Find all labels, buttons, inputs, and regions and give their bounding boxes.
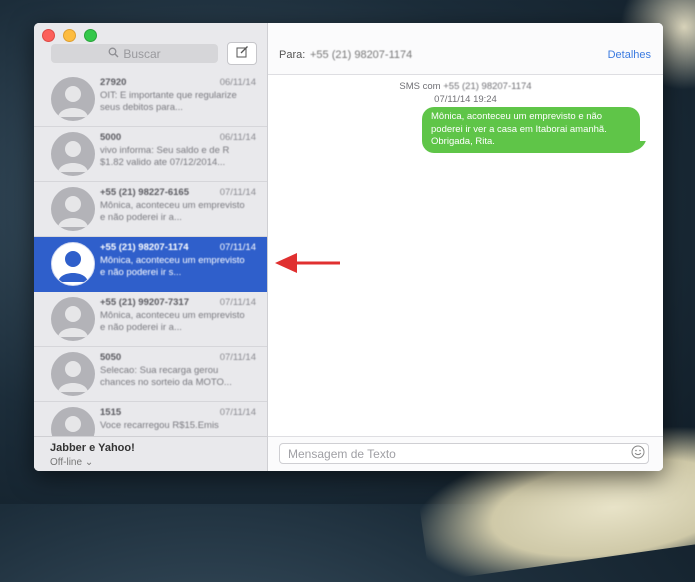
account-status-panel[interactable]: Jabber e Yahoo! Off-line ⌄	[34, 436, 267, 471]
avatar	[51, 242, 95, 286]
message-input[interactable]: Mensagem de Texto	[279, 443, 649, 464]
search-placeholder: Buscar	[123, 46, 161, 61]
conversation-name: +55 (21) 98227-6165	[100, 187, 190, 198]
conversation-item[interactable]: 5000 06/11/14 vivo informa: Seu saldo e …	[34, 127, 267, 182]
avatar	[51, 187, 95, 231]
conversation-name: +55 (21) 99207-7317	[100, 297, 190, 308]
conversation-preview: Selecao: Sua recarga gerou chances no so…	[100, 365, 232, 388]
message-timestamp: 07/11/14 19:24	[434, 94, 497, 105]
conversation-preview: Mônica, aconteceu um emprevisto e não po…	[100, 200, 245, 223]
avatar	[51, 132, 95, 176]
messages-window: Buscar 27920 06/11/14 OIT: E importante …	[34, 23, 663, 471]
message-bubble[interactable]: Mônica, aconteceu um emprevisto e não po…	[422, 107, 640, 153]
close-button[interactable]	[42, 29, 55, 42]
emoji-icon[interactable]	[631, 445, 645, 462]
conversation-date: 07/11/14	[219, 407, 256, 418]
conversation-item[interactable]: 5050 07/11/14 Selecao: Sua recarga gerou…	[34, 347, 267, 402]
details-link[interactable]: Detalhes	[608, 49, 651, 61]
compose-button[interactable]	[227, 42, 257, 65]
avatar	[51, 352, 95, 396]
search-icon	[108, 47, 119, 61]
conversation-item-selected[interactable]: +55 (21) 98207-1174 07/11/14 Mônica, aco…	[34, 237, 267, 292]
conversation-header: Para: +55 (21) 98207-1174 Detalhes	[268, 23, 663, 75]
service-prefix: SMS com	[399, 81, 441, 92]
conversation-item[interactable]: +55 (21) 99207-7317 07/11/14 Mônica, aco…	[34, 292, 267, 347]
conversation-preview: Voce recarregou R$15.Emis	[100, 420, 219, 431]
conversation-name: +55 (21) 98207-1174	[100, 242, 189, 253]
conversation-name: 1515	[100, 407, 122, 418]
conversation-item[interactable]: 27920 06/11/14 OIT: E importante que reg…	[34, 72, 267, 127]
conversation-item[interactable]: +55 (21) 98227-6165 07/11/14 Mônica, aco…	[34, 182, 267, 237]
conversation-date: 07/11/14	[219, 242, 256, 253]
conversation-item[interactable]: 1515 07/11/14 Voce recarregou R$15.Emis	[34, 402, 267, 436]
conversation-pane: Para: +55 (21) 98207-1174 Detalhes SMS c…	[268, 23, 663, 471]
conversation-name: 5050	[100, 352, 122, 363]
conversation-name: 27920	[100, 77, 127, 88]
conversation-date: 07/11/14	[219, 297, 256, 308]
conversation-date: 06/11/14	[219, 77, 256, 88]
conversation-name: 5000	[100, 132, 122, 143]
conversation-date: 06/11/14	[219, 132, 256, 143]
search-field[interactable]: Buscar	[51, 44, 218, 63]
avatar	[51, 297, 95, 341]
account-name: Jabber e Yahoo!	[50, 442, 135, 454]
conversation-list: 27920 06/11/14 OIT: E importante que reg…	[34, 72, 267, 436]
account-status[interactable]: Off-line ⌄	[50, 457, 93, 468]
minimize-button[interactable]	[63, 29, 76, 42]
recipient-field[interactable]: +55 (21) 98207-1174	[310, 49, 412, 61]
zoom-button[interactable]	[84, 29, 97, 42]
composer-bar: Mensagem de Texto	[268, 436, 663, 471]
conversation-preview: Mônica, aconteceu um emprevisto e não po…	[100, 310, 245, 333]
annotation-arrow-icon	[275, 253, 340, 273]
conversation-date: 07/11/14	[219, 352, 256, 363]
avatar	[51, 407, 95, 436]
to-label: Para:	[279, 49, 306, 61]
conversation-preview: OIT: E importante que regularize seus de…	[100, 90, 237, 113]
window-controls	[42, 29, 97, 42]
service-label: SMS com +55 (21) 98207-1174	[268, 81, 663, 92]
service-number: +55 (21) 98207-1174	[443, 81, 532, 92]
avatar	[51, 77, 95, 121]
compose-icon	[236, 45, 249, 63]
conversation-date: 07/11/14	[219, 187, 256, 198]
conversation-preview: Mônica, aconteceu um emprevisto e não po…	[100, 255, 245, 278]
sidebar: Buscar 27920 06/11/14 OIT: E importante …	[34, 23, 268, 471]
conversation-preview: vivo informa: Seu saldo e de R $1.82 val…	[100, 145, 230, 168]
